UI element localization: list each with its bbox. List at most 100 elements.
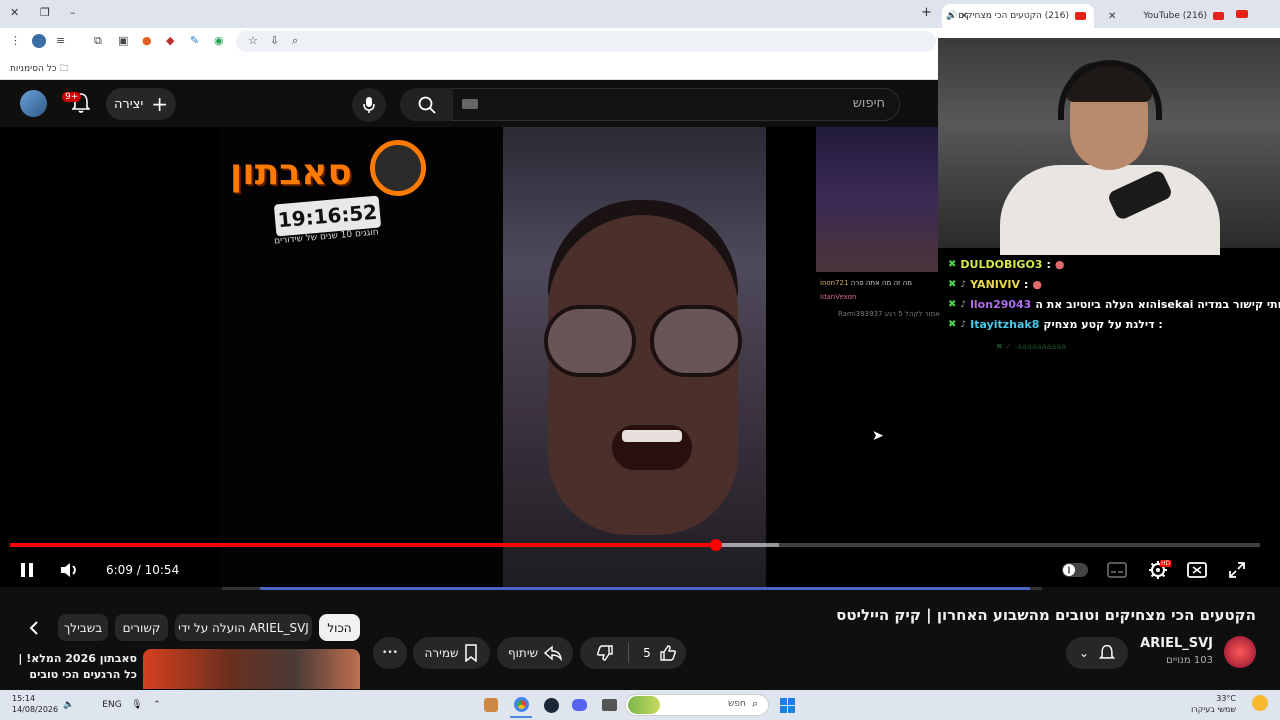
- music-badge-icon: ♪: [960, 279, 967, 290]
- theater-mode-button[interactable]: [1186, 558, 1208, 582]
- theater-icon: [1187, 562, 1207, 578]
- like-count: 5: [643, 646, 651, 660]
- steam-taskbar-icon[interactable]: [540, 692, 562, 718]
- tab-label: (216) YouTube: [1143, 11, 1207, 21]
- dislike-button[interactable]: [586, 637, 624, 669]
- language-indicator[interactable]: ENG: [102, 692, 122, 718]
- extension-translate-icon[interactable]: ✎: [190, 34, 199, 47]
- all-bookmarks-label: כל הסימניות: [10, 64, 57, 74]
- all-bookmarks-link[interactable]: כל הסימניות 🗀: [10, 61, 68, 77]
- close-tab-icon[interactable]: ✕: [960, 11, 968, 22]
- discord-taskbar-icon[interactable]: [568, 692, 590, 718]
- music-badge-icon: ♪: [960, 319, 967, 330]
- chip-for-you[interactable]: בשבילך: [58, 614, 108, 641]
- close-tab-icon[interactable]: ✕: [1108, 11, 1116, 22]
- audio-playing-icon[interactable]: 🔊: [946, 11, 957, 21]
- zoom-icon[interactable]: ⌕: [292, 34, 298, 48]
- subtitles-button[interactable]: [1106, 558, 1128, 582]
- subathon-logo-text: סאבתון: [230, 152, 352, 193]
- chips-next-button[interactable]: [20, 614, 47, 641]
- bell-icon: [1099, 644, 1116, 659]
- keyboard-icon[interactable]: [462, 99, 478, 109]
- chat-text: :: [1046, 258, 1051, 271]
- subscribed-button[interactable]: ⌄: [1066, 637, 1128, 669]
- extension-shield-icon[interactable]: ◆: [166, 34, 174, 47]
- extensions-icon[interactable]: ⧉: [94, 34, 102, 48]
- speaker-icon[interactable]: 🔈: [62, 692, 76, 718]
- tab-label: (216) הקטעים הכי מצחיקים: [958, 11, 1069, 21]
- volume-icon: [61, 563, 76, 577]
- bookmark-star-icon[interactable]: ☆: [248, 34, 258, 47]
- weather-widget[interactable]: 33°C שמשי בעיקרו: [1191, 693, 1236, 715]
- share-label: שיתוף: [507, 646, 539, 660]
- tab-current-video[interactable]: (216) הקטעים הכי מצחיקים ✕ 🔊: [942, 4, 1094, 28]
- chat-message: ✖ ♪ llon29043 : שלחתי קישור במדיה isekai…: [948, 298, 1280, 311]
- video-title: הקטעים הכי מצחיקים וטובים מהשבוע האחרון …: [836, 606, 1256, 624]
- chat-faded-line: ✖ ✓ :aaaaaaaaaa: [996, 342, 1067, 351]
- address-bar[interactable]: [236, 31, 936, 52]
- youtube-tab-search-icon[interactable]: [1236, 10, 1248, 18]
- file-explorer-icon[interactable]: [598, 692, 620, 718]
- tab-search-icon[interactable]: ▣: [118, 34, 128, 47]
- start-button[interactable]: [776, 692, 798, 718]
- chat-username: llon29043: [970, 298, 1032, 311]
- progress-played: [10, 543, 717, 547]
- close-window-icon[interactable]: ✕: [10, 6, 19, 19]
- channel-name[interactable]: ARIEL_SVJ: [1140, 636, 1213, 651]
- thumbs-up-icon: [660, 645, 676, 661]
- minimize-window-icon[interactable]: –: [70, 6, 76, 19]
- share-button[interactable]: שיתוף: [497, 637, 573, 669]
- chat-message: ✖ ♪ YANIVIV : ●: [948, 278, 1042, 291]
- channel-avatar[interactable]: [1224, 636, 1256, 668]
- avatar[interactable]: [20, 90, 47, 117]
- browser-menu-icon[interactable]: ⋮: [10, 34, 21, 47]
- new-tab-button[interactable]: +: [921, 5, 932, 20]
- sun-icon: [1252, 695, 1268, 711]
- tab-youtube-home[interactable]: (216) YouTube ✕: [1102, 4, 1232, 28]
- search-placeholder: חיפוש: [852, 96, 885, 111]
- more-icon: •••: [382, 648, 398, 658]
- install-app-icon[interactable]: ⇩: [270, 34, 279, 47]
- chip-related[interactable]: קשורים: [115, 614, 168, 641]
- mini-chat-line: inon721 מה זה מה אתה פרה: [820, 279, 912, 287]
- youtube-favicon-icon: [1075, 12, 1086, 20]
- chevron-up-icon[interactable]: ⌃: [150, 692, 164, 718]
- plus-icon: +: [151, 92, 169, 116]
- mini-chat-user: Rami393937: [838, 310, 883, 318]
- weather-temp: 33°C: [1216, 694, 1236, 703]
- chevron-down-icon: ⌄: [1078, 646, 1090, 660]
- share-icon: [544, 645, 562, 661]
- chat-username: YANIVIV: [970, 278, 1020, 291]
- extension-orange-icon[interactable]: ●: [142, 34, 152, 47]
- autoplay-toggle[interactable]: ∥: [1060, 558, 1090, 582]
- hd-badge: HD: [1160, 560, 1172, 567]
- chrome-taskbar-icon[interactable]: [510, 692, 532, 718]
- glasses-left-lens: [544, 305, 636, 377]
- more-actions-button[interactable]: •••: [373, 637, 407, 669]
- save-button[interactable]: שמירה: [413, 637, 490, 669]
- profile-icon[interactable]: [32, 34, 46, 48]
- reading-list-icon[interactable]: ≡: [56, 34, 65, 47]
- search-icon: ⌕: [752, 697, 759, 710]
- windows-logo-icon: [779, 697, 795, 713]
- voice-search-button[interactable]: [352, 88, 386, 122]
- pause-button[interactable]: [16, 558, 38, 582]
- chip-all[interactable]: הכול: [319, 614, 360, 641]
- search-input[interactable]: [452, 88, 900, 121]
- search-button[interactable]: [400, 88, 453, 121]
- like-button[interactable]: 5: [634, 637, 686, 669]
- recommended-thumbnail[interactable]: [143, 649, 360, 689]
- emote-icon: ●: [1032, 278, 1042, 291]
- extension-green-icon[interactable]: ◉: [214, 34, 224, 47]
- fullscreen-button[interactable]: [1226, 558, 1248, 582]
- settings-button[interactable]: HD: [1146, 558, 1172, 582]
- volume-button[interactable]: [58, 558, 82, 582]
- create-button[interactable]: יצירה +: [106, 88, 176, 120]
- chip-uploaded-by[interactable]: הועלה על ידי ARIEL_SVJ: [175, 614, 312, 641]
- taskbar-app-icon[interactable]: [480, 692, 502, 718]
- autoplay-track: ∥: [1062, 563, 1088, 577]
- microphone-tray-icon[interactable]: 🎙: [130, 692, 144, 718]
- restore-window-icon[interactable]: ❐: [40, 6, 50, 19]
- system-clock[interactable]: 15:14 14/08/2026: [12, 693, 58, 715]
- recommended-title[interactable]: סאבתון 2026 המלא! | כל הרגעים הכי טובים: [12, 651, 137, 683]
